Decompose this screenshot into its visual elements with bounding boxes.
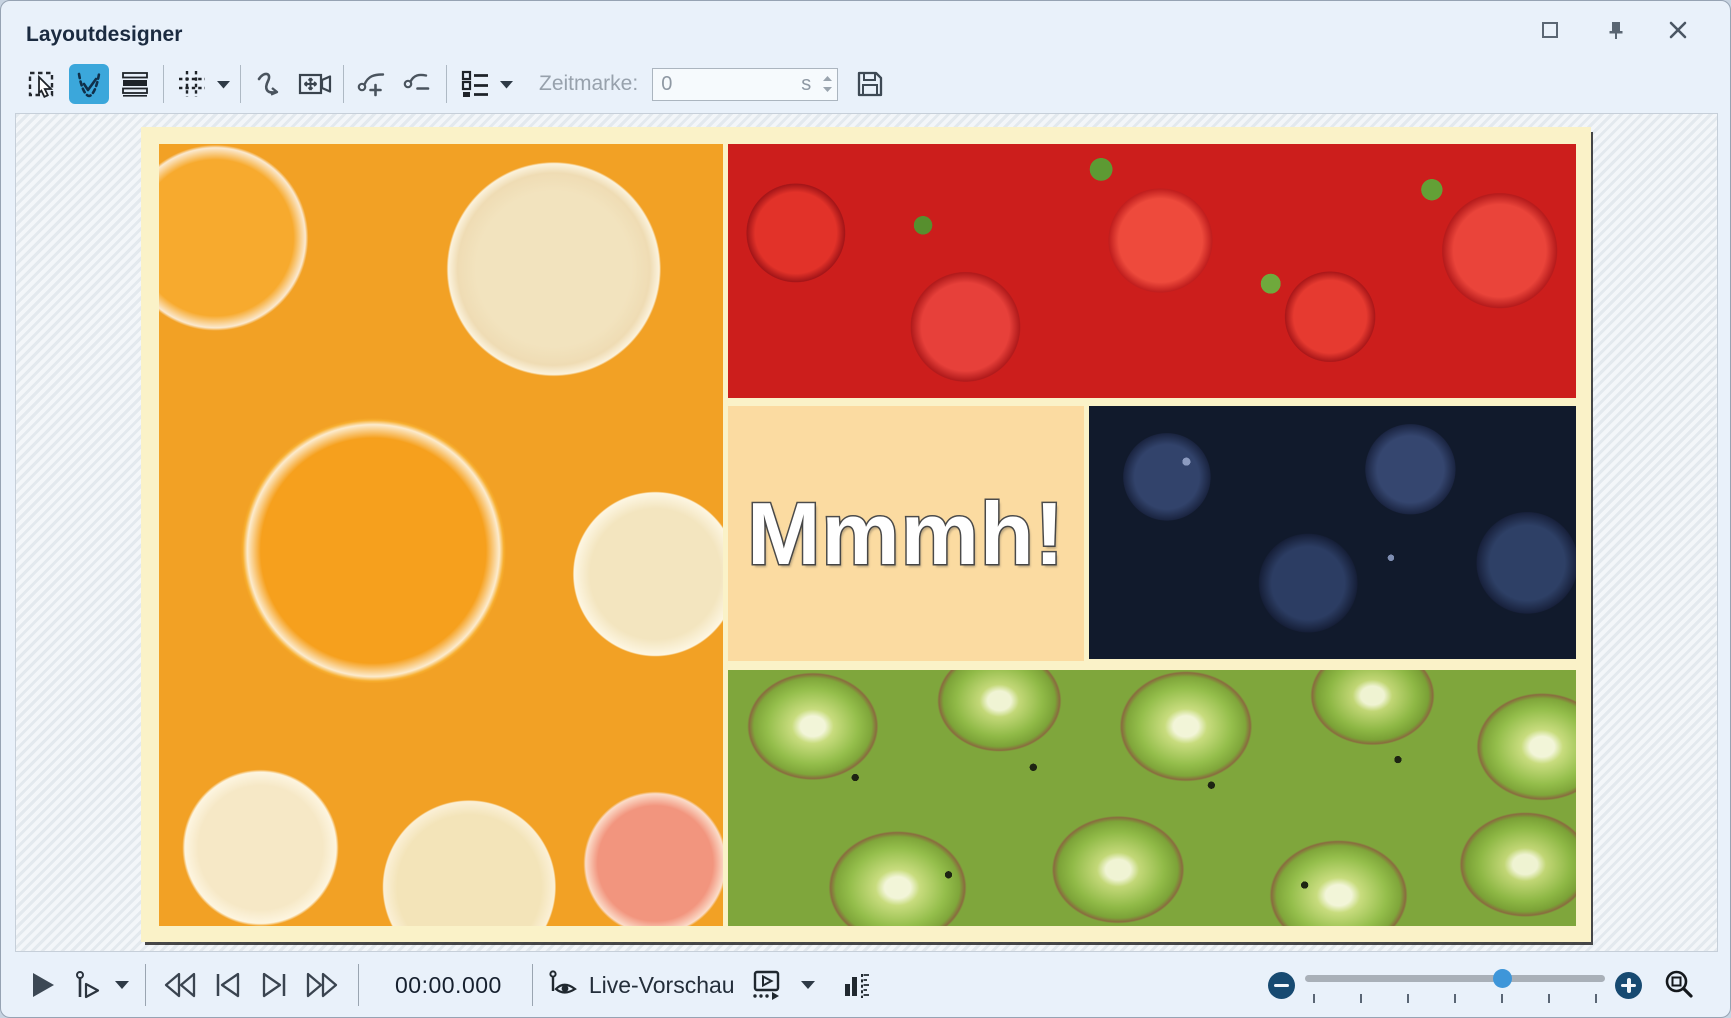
- skip-backward-button[interactable]: [160, 970, 200, 1000]
- skip-to-start-icon: [210, 970, 246, 1000]
- eye-pin-icon: [547, 969, 579, 1001]
- object-list-dropdown-button[interactable]: [497, 64, 515, 104]
- play-button[interactable]: [29, 970, 57, 1000]
- skip-to-end-button[interactable]: [256, 970, 292, 1000]
- zoom-fit-button[interactable]: [1662, 968, 1696, 1002]
- strawberries-image[interactable]: [728, 144, 1576, 398]
- preview-options-button[interactable]: [799, 979, 817, 991]
- camera-pan-icon: [297, 67, 333, 101]
- keyframe-add-icon: [355, 67, 389, 101]
- caret-down-icon: [113, 979, 131, 991]
- save-button[interactable]: [850, 64, 890, 104]
- grid-dropdown-button[interactable]: [214, 64, 232, 104]
- text-box[interactable]: Mmmh!: [728, 406, 1084, 661]
- caret-down-icon: [216, 79, 231, 90]
- zoom-controls: [1268, 968, 1730, 1002]
- toolbar-separator: [343, 65, 344, 103]
- s-curve-icon: [252, 67, 286, 101]
- zoom-slider-ticks: [1313, 994, 1597, 1003]
- playback-bar: 00:00.000 Live-Vorschau: [1, 952, 1730, 1018]
- layers-icon: [118, 67, 152, 101]
- zoom-slider-track[interactable]: [1305, 975, 1605, 982]
- keyframe-remove-icon: [401, 67, 435, 101]
- select-tool-icon: [26, 67, 60, 101]
- toolbar: Zeitmarke: s: [1, 55, 1730, 113]
- layers-button[interactable]: [115, 64, 155, 104]
- select-tool-button[interactable]: [23, 64, 63, 104]
- maximize-button[interactable]: [1537, 17, 1563, 43]
- zeitmarke-unit: s: [801, 73, 811, 96]
- window-title: Layoutdesigner: [26, 23, 182, 47]
- live-preview-label: Live-Vorschau: [589, 972, 735, 999]
- layout-viewport[interactable]: Mmmh!: [15, 113, 1718, 952]
- text-box-text: Mmmh!: [747, 483, 1065, 585]
- motion-path-icon: [72, 67, 106, 101]
- timeline-stats-button[interactable]: [841, 969, 871, 1001]
- smooth-curve-button[interactable]: [249, 64, 289, 104]
- citrus-slices-image[interactable]: [159, 144, 723, 926]
- bottombar-separator: [358, 964, 359, 1006]
- blueberries-image[interactable]: [1089, 406, 1576, 659]
- skip-to-start-button[interactable]: [210, 970, 246, 1000]
- caret-down-icon: [499, 79, 514, 90]
- play-options-button[interactable]: [113, 979, 131, 991]
- skip-forward-button[interactable]: [302, 970, 342, 1000]
- zeitmarke-input-group: s: [652, 68, 838, 101]
- maximize-icon: [1539, 19, 1561, 41]
- preview-window-button[interactable]: [749, 968, 783, 1002]
- caret-down-icon: [799, 979, 817, 991]
- close-icon: [1667, 19, 1689, 41]
- camera-pan-button[interactable]: [295, 64, 335, 104]
- toolbar-separator: [163, 65, 164, 103]
- object-list-button[interactable]: [455, 64, 495, 104]
- add-keyframe-button[interactable]: [352, 64, 392, 104]
- zoom-slider[interactable]: [1305, 968, 1605, 1002]
- titlebar: Layoutdesigner: [1, 1, 1730, 57]
- toolbar-separator: [240, 65, 241, 103]
- play-icon: [29, 970, 57, 1000]
- live-preview-button[interactable]: [547, 969, 579, 1001]
- preview-frame-icon: [749, 968, 783, 1002]
- pin-button[interactable]: [1603, 17, 1629, 43]
- zeitmarke-label: Zeitmarke:: [539, 72, 638, 96]
- zoom-out-button[interactable]: [1268, 972, 1295, 999]
- spinner-down-icon: [822, 86, 833, 93]
- layoutdesigner-window: Layoutdesigner: [0, 0, 1731, 1018]
- kiwi-slices-image[interactable]: [728, 670, 1576, 926]
- pin-icon: [1605, 19, 1627, 41]
- grid-button[interactable]: [172, 64, 212, 104]
- skip-to-end-icon: [256, 970, 292, 1000]
- spinner-up-icon: [822, 75, 833, 82]
- zoom-in-button[interactable]: [1615, 972, 1642, 999]
- play-from-marker-icon: [73, 969, 103, 1001]
- bottombar-separator: [145, 964, 146, 1006]
- zoom-fit-icon: [1662, 968, 1696, 1002]
- zoom-slider-thumb[interactable]: [1493, 969, 1512, 988]
- slide-canvas[interactable]: Mmmh!: [141, 127, 1591, 942]
- skip-backward-icon: [160, 970, 200, 1000]
- grid-icon: [175, 67, 209, 101]
- motion-path-tool-button[interactable]: [69, 64, 109, 104]
- toolbar-separator: [446, 65, 447, 103]
- skip-forward-icon: [302, 970, 342, 1000]
- stats-bars-icon: [841, 969, 871, 1001]
- remove-keyframe-button[interactable]: [398, 64, 438, 104]
- zeitmarke-spinner[interactable]: [817, 69, 837, 100]
- close-button[interactable]: [1665, 17, 1691, 43]
- play-from-marker-button[interactable]: [73, 969, 103, 1001]
- save-icon: [853, 67, 887, 101]
- list-icon: [458, 67, 492, 101]
- current-time: 00:00.000: [395, 972, 502, 999]
- bottombar-separator: [532, 964, 533, 1006]
- zeitmarke-input[interactable]: [653, 73, 801, 96]
